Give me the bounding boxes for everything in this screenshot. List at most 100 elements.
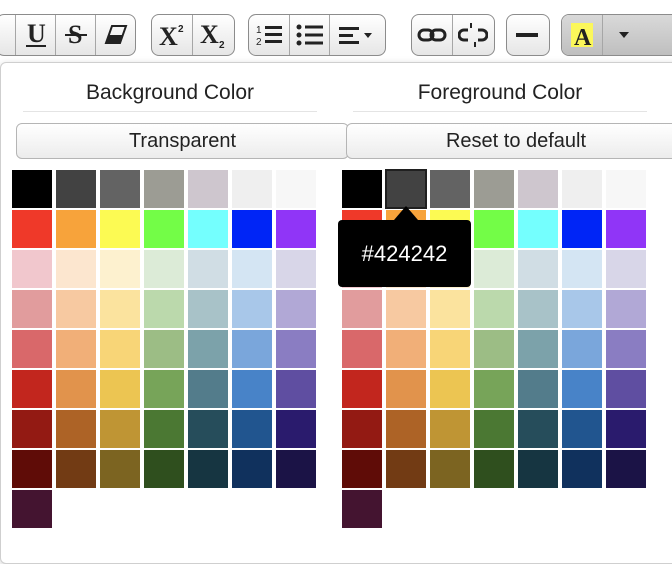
- bg-color-swatch[interactable]: [100, 250, 140, 288]
- fg-color-swatch[interactable]: [474, 330, 514, 368]
- link-button[interactable]: [412, 15, 452, 55]
- remove-format-button[interactable]: [95, 15, 135, 55]
- bg-color-swatch[interactable]: [56, 250, 96, 288]
- fg-color-swatch-selected[interactable]: [385, 169, 427, 209]
- fg-color-swatch[interactable]: [474, 410, 514, 448]
- bg-color-swatch[interactable]: [144, 170, 184, 208]
- bg-color-swatch[interactable]: [56, 370, 96, 408]
- bg-color-swatch[interactable]: [188, 330, 228, 368]
- bg-color-swatch[interactable]: [12, 290, 52, 328]
- bg-color-swatch[interactable]: [188, 170, 228, 208]
- fg-color-swatch[interactable]: [562, 170, 602, 208]
- fg-color-swatch[interactable]: [430, 330, 470, 368]
- fg-color-swatch[interactable]: [430, 450, 470, 488]
- fg-color-swatch[interactable]: [430, 410, 470, 448]
- bg-color-swatch[interactable]: [100, 410, 140, 448]
- bg-color-swatch[interactable]: [56, 170, 96, 208]
- fg-color-swatch[interactable]: [386, 410, 426, 448]
- fg-color-swatch[interactable]: [606, 290, 646, 328]
- fg-color-swatch[interactable]: [562, 410, 602, 448]
- bg-color-swatch[interactable]: [232, 210, 272, 248]
- bg-color-swatch[interactable]: [12, 370, 52, 408]
- bg-color-swatch[interactable]: [188, 370, 228, 408]
- superscript-button[interactable]: X2: [152, 15, 192, 55]
- bg-color-swatch[interactable]: [276, 330, 316, 368]
- fg-color-swatch[interactable]: [342, 170, 382, 208]
- fg-color-swatch[interactable]: [342, 330, 382, 368]
- fg-color-swatch[interactable]: [342, 290, 382, 328]
- fg-color-swatch[interactable]: [386, 330, 426, 368]
- strikethrough-button[interactable]: S: [55, 15, 95, 55]
- fg-color-swatch[interactable]: [562, 250, 602, 288]
- bg-color-swatch[interactable]: [232, 450, 272, 488]
- bg-color-swatch[interactable]: [276, 170, 316, 208]
- fg-color-swatch[interactable]: [606, 250, 646, 288]
- bg-color-swatch[interactable]: [276, 290, 316, 328]
- fg-color-swatch[interactable]: [606, 170, 646, 208]
- fg-color-swatch[interactable]: [606, 450, 646, 488]
- bg-color-swatch[interactable]: [100, 330, 140, 368]
- fg-color-swatch[interactable]: [606, 210, 646, 248]
- bg-color-swatch[interactable]: [100, 210, 140, 248]
- bg-color-swatch[interactable]: [56, 450, 96, 488]
- fg-color-swatch[interactable]: [518, 170, 558, 208]
- bg-color-swatch[interactable]: [12, 410, 52, 448]
- bg-color-swatch[interactable]: [56, 210, 96, 248]
- bg-color-swatch[interactable]: [56, 330, 96, 368]
- fg-color-swatch[interactable]: [474, 250, 514, 288]
- fg-color-swatch[interactable]: [474, 170, 514, 208]
- bg-color-swatch[interactable]: [232, 410, 272, 448]
- bg-color-swatch[interactable]: [232, 290, 272, 328]
- fg-color-swatch[interactable]: [386, 290, 426, 328]
- bg-color-swatch[interactable]: [276, 410, 316, 448]
- transparent-button[interactable]: Transparent: [16, 123, 349, 159]
- text-color-button[interactable]: A: [562, 15, 602, 55]
- bg-color-swatch[interactable]: [144, 450, 184, 488]
- fg-color-swatch[interactable]: [562, 210, 602, 248]
- unlink-button[interactable]: [452, 15, 492, 55]
- subscript-button[interactable]: X2: [192, 15, 232, 55]
- fg-color-swatch[interactable]: [518, 370, 558, 408]
- fg-color-swatch[interactable]: [518, 250, 558, 288]
- bg-color-swatch[interactable]: [12, 490, 52, 528]
- bg-color-swatch[interactable]: [144, 210, 184, 248]
- bg-color-swatch[interactable]: [232, 170, 272, 208]
- bg-color-swatch[interactable]: [188, 410, 228, 448]
- fg-color-swatch[interactable]: [562, 370, 602, 408]
- fg-color-swatch[interactable]: [518, 410, 558, 448]
- bold-button-partial[interactable]: [0, 15, 15, 55]
- fg-color-swatch[interactable]: [342, 490, 382, 528]
- bg-color-swatch[interactable]: [12, 450, 52, 488]
- bg-color-swatch[interactable]: [12, 210, 52, 248]
- bg-color-swatch[interactable]: [188, 210, 228, 248]
- bg-color-swatch[interactable]: [12, 330, 52, 368]
- bg-color-swatch[interactable]: [100, 370, 140, 408]
- underline-button[interactable]: U: [15, 15, 55, 55]
- bg-color-swatch[interactable]: [188, 290, 228, 328]
- fg-color-swatch[interactable]: [430, 370, 470, 408]
- bg-color-swatch[interactable]: [232, 330, 272, 368]
- bg-color-swatch[interactable]: [276, 450, 316, 488]
- fg-color-swatch[interactable]: [518, 210, 558, 248]
- fg-color-swatch[interactable]: [606, 370, 646, 408]
- bg-color-swatch[interactable]: [144, 250, 184, 288]
- bg-color-swatch[interactable]: [56, 290, 96, 328]
- fg-color-swatch[interactable]: [474, 210, 514, 248]
- fg-color-swatch[interactable]: [606, 330, 646, 368]
- bg-color-swatch[interactable]: [188, 450, 228, 488]
- fg-color-swatch[interactable]: [386, 370, 426, 408]
- bg-color-swatch[interactable]: [12, 170, 52, 208]
- ordered-list-button[interactable]: 12: [249, 15, 289, 55]
- bg-color-swatch[interactable]: [232, 250, 272, 288]
- fg-color-swatch[interactable]: [562, 450, 602, 488]
- bg-color-swatch[interactable]: [276, 210, 316, 248]
- fg-color-swatch[interactable]: [518, 330, 558, 368]
- fg-color-swatch[interactable]: [606, 410, 646, 448]
- fg-color-swatch[interactable]: [430, 290, 470, 328]
- fg-color-swatch[interactable]: [518, 450, 558, 488]
- bg-color-swatch[interactable]: [144, 370, 184, 408]
- fg-color-swatch[interactable]: [562, 330, 602, 368]
- bg-color-swatch[interactable]: [100, 450, 140, 488]
- bg-color-swatch[interactable]: [56, 410, 96, 448]
- bg-color-swatch[interactable]: [276, 370, 316, 408]
